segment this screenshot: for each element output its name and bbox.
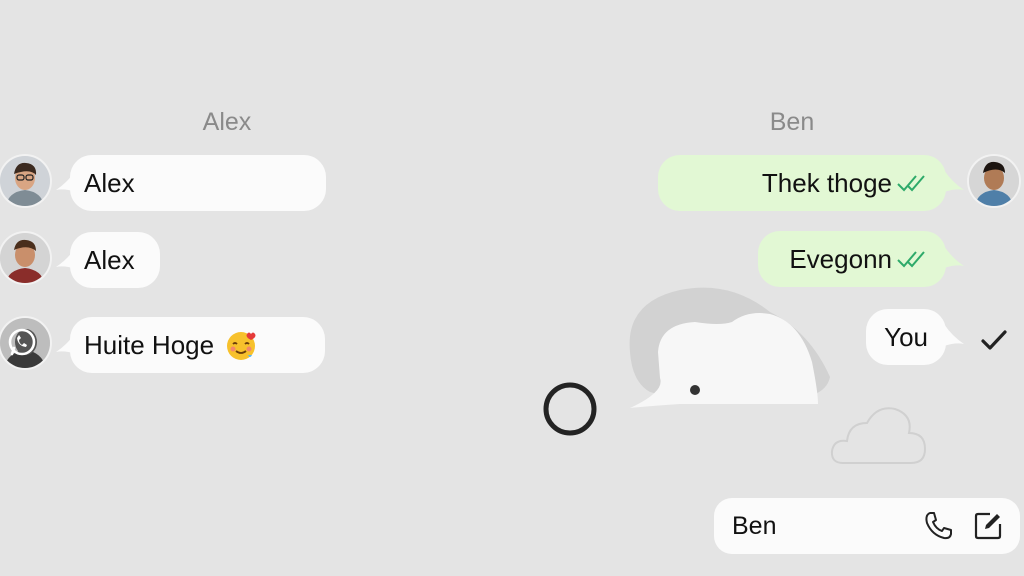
bubble-tail [56, 170, 76, 192]
double-check-icon [896, 248, 928, 270]
message-text: Thek thoge [761, 167, 892, 198]
message-text: You [884, 321, 928, 352]
avatar-alex-2[interactable] [0, 233, 50, 283]
avatar-alex-1[interactable] [0, 156, 50, 206]
outgoing-message-3[interactable]: You [866, 309, 946, 365]
incoming-message-3[interactable]: Huite Hoge [70, 317, 325, 373]
avatar-ben[interactable] [969, 156, 1019, 206]
bubble-tail [56, 332, 76, 354]
message-composer[interactable]: Ben [714, 498, 1020, 554]
double-check-icon [896, 172, 928, 194]
message-text: Evegonn [789, 243, 892, 274]
bubble-tail [944, 324, 964, 346]
outgoing-message-1[interactable]: Thek thoge [658, 155, 946, 211]
message-text: Alex [84, 244, 135, 275]
right-chat-header: Ben [769, 108, 815, 136]
bubble-tail [944, 170, 964, 192]
incoming-message-2[interactable]: Alex [70, 232, 160, 288]
phone-icon[interactable] [920, 508, 956, 544]
left-chat-header: Alex [202, 108, 252, 136]
compose-icon[interactable] [970, 508, 1006, 544]
message-text: Alex [84, 167, 135, 198]
composer-input[interactable]: Ben [732, 512, 920, 541]
bubble-tail [944, 246, 964, 268]
loading-ring [543, 382, 597, 436]
incoming-message-1[interactable]: Alex [70, 155, 326, 211]
smiling-face-with-hearts-icon [224, 328, 258, 362]
outgoing-message-2[interactable]: Evegonn [758, 231, 946, 287]
bubble-tail [56, 247, 76, 269]
cloud-icon [830, 407, 927, 464]
message-text: Huite Hoge [84, 329, 215, 360]
whale-illustration [629, 287, 830, 408]
avatar-whatsapp-user[interactable] [0, 318, 50, 368]
single-check-icon [981, 330, 1007, 350]
